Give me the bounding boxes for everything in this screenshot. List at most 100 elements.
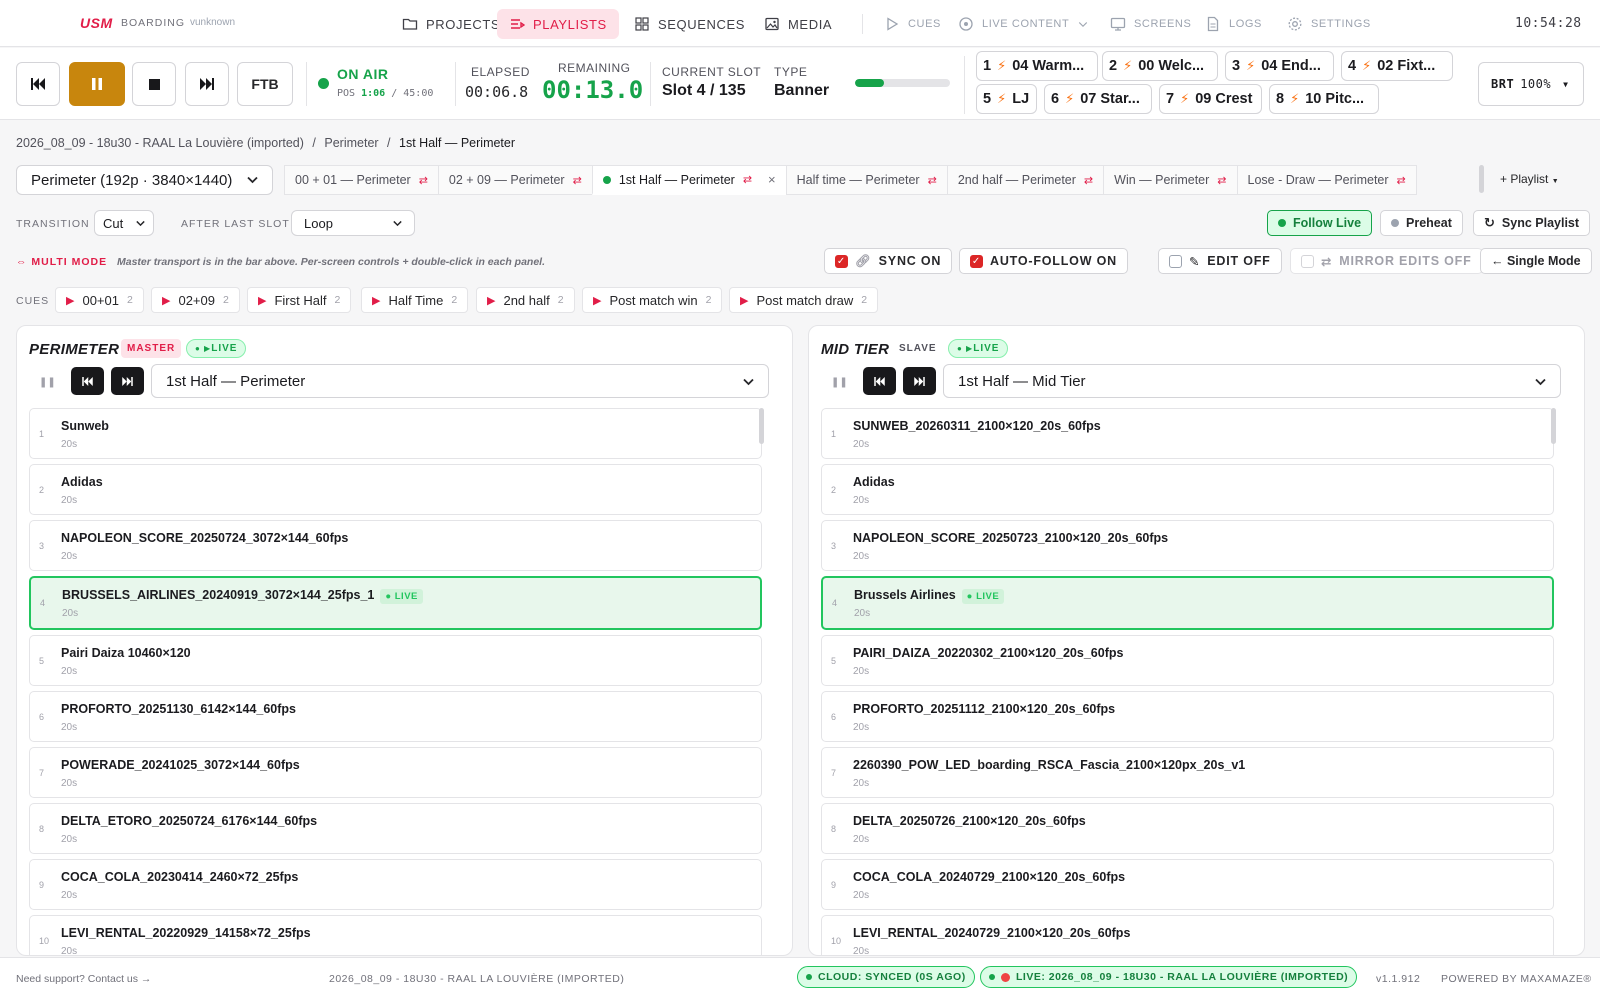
slot-list-scrollbar[interactable] xyxy=(759,408,764,444)
nav-media[interactable]: MEDIA xyxy=(752,9,844,39)
quick-cue-label: 09 Crest xyxy=(1195,91,1253,107)
next-button[interactable] xyxy=(903,367,936,395)
support-link[interactable]: Need support? Contact us → xyxy=(16,973,151,985)
add-playlist-button[interactable]: + Playlist ▼ xyxy=(1500,172,1559,186)
next-button[interactable] xyxy=(185,62,229,106)
slot-row[interactable]: 1 Sunweb 20s xyxy=(29,408,762,459)
cue-button[interactable]: ▶ Half Time 2 xyxy=(361,287,469,313)
slot-list-scrollbar[interactable] xyxy=(1551,408,1556,444)
slot-row[interactable]: 4 Brussels Airlines ● LIVE 20s xyxy=(821,576,1554,630)
after-last-slot-select[interactable]: Loop xyxy=(291,210,415,236)
playlist-tab[interactable]: 00 + 01 — Perimeter ⇄ xyxy=(284,165,438,195)
screen-select[interactable]: Perimeter (192p · 3840×1440) xyxy=(16,165,273,195)
slot-row[interactable]: 3 NAPOLEON_SCORE_20250724_3072×144_60fps 2… xyxy=(29,520,762,571)
panel-playlist-select[interactable]: 1st Half — Mid Tier xyxy=(943,364,1561,398)
pause-icon[interactable]: ❚❚ xyxy=(39,377,56,388)
breadcrumb-project[interactable]: 2026_08_09 - 18u30 - RAAL La Louvière (i… xyxy=(16,136,304,150)
slot-row[interactable]: 6 PROFORTO_20251130_6142×144_60fps 20s xyxy=(29,691,762,742)
auto-follow-toggle[interactable]: ✓ AUTO-FOLLOW ON xyxy=(959,248,1128,274)
quick-cue-button[interactable]: 5 ⚡︎ LJ xyxy=(976,84,1037,114)
sync-toggle[interactable]: ✓ 🔗︎ SYNC ON xyxy=(824,248,953,274)
pause-icon[interactable]: ❚❚ xyxy=(831,377,848,388)
cue-button[interactable]: ▶ Post match win 2 xyxy=(582,287,723,313)
cue-button[interactable]: ▶ 02+09 2 xyxy=(151,287,240,313)
quick-cue-button[interactable]: 6 ⚡︎ 07 Star... xyxy=(1044,84,1152,114)
slot-row[interactable]: 9 COCA_COLA_20230414_2460×72_25fps 20s xyxy=(29,859,762,910)
quick-cue-button[interactable]: 8 ⚡︎ 10 Pitc... xyxy=(1269,84,1379,114)
quick-cue-button[interactable]: 4 ⚡︎ 02 Fixt... xyxy=(1341,51,1453,81)
quick-cue-button[interactable]: 1 ⚡︎ 04 Warm... xyxy=(976,51,1098,81)
next-button[interactable] xyxy=(111,367,144,395)
slot-row[interactable]: 6 PROFORTO_20251112_2100×120_20s_60fps 20s xyxy=(821,691,1554,742)
quick-cue-button[interactable]: 3 ⚡︎ 04 End... xyxy=(1225,51,1334,81)
transition-select[interactable]: Cut xyxy=(94,210,154,236)
edit-checkbox[interactable] xyxy=(1169,254,1182,268)
quick-cue-button[interactable]: 2 ⚡︎ 00 Welc... xyxy=(1102,51,1218,81)
playlist-tab[interactable]: 02 + 09 — Perimeter ⇄ xyxy=(437,165,592,195)
slot-row[interactable]: 1 SUNWEB_20260311_2100×120_20s_60fps 20s xyxy=(821,408,1554,459)
nav-projects[interactable]: PROJECTS xyxy=(390,9,512,39)
single-mode-button[interactable]: ← Single Mode xyxy=(1480,248,1592,274)
slot-row[interactable]: 7 POWERADE_20241025_3072×144_60fps 20s xyxy=(29,747,762,798)
app-logo[interactable]: USM xyxy=(80,15,113,31)
slot-row[interactable]: 2 Adidas 20s xyxy=(821,464,1554,515)
slot-row[interactable]: 5 PAIRI_DAIZA_20220302_2100×120_20s_60fps… xyxy=(821,635,1554,686)
follow-live-button[interactable]: Follow Live xyxy=(1267,210,1373,236)
swap-icon: ⇄ xyxy=(927,174,937,187)
preheat-button[interactable]: Preheat xyxy=(1380,210,1463,236)
auto-follow-checkbox[interactable]: ✓ xyxy=(970,254,983,268)
nav-settings[interactable]: SETTINGS xyxy=(1275,9,1383,39)
cue-button[interactable]: ▶ First Half 2 xyxy=(247,287,352,313)
playlist-tab[interactable]: Lose - Draw — Perimeter ⇄ xyxy=(1236,165,1417,195)
brightness-select[interactable]: BRT 100% ▼ xyxy=(1478,62,1584,106)
tabs-scrollbar[interactable] xyxy=(1479,165,1484,193)
close-icon[interactable]: × xyxy=(768,172,776,187)
edit-toggle[interactable]: ✎ EDIT OFF xyxy=(1158,248,1282,274)
nav-media-label: MEDIA xyxy=(788,16,833,32)
sync-playlist-label: Sync Playlist xyxy=(1501,216,1580,230)
previous-button[interactable] xyxy=(71,367,104,395)
slot-row[interactable]: 8 DELTA_20250726_2100×120_20s_60fps 20s xyxy=(821,803,1554,854)
powered-by: POWERED BY MAXAMAZE® xyxy=(1441,973,1592,985)
quick-cue-button[interactable]: 7 ⚡︎ 09 Crest xyxy=(1159,84,1262,114)
nav-playlists[interactable]: PLAYLISTS xyxy=(497,9,619,39)
nav-logs[interactable]: LOGS xyxy=(1193,9,1274,39)
cue-button[interactable]: ▶ 00+01 2 xyxy=(55,287,144,313)
slot-row[interactable]: 9 COCA_COLA_20240729_2100×120_20s_60fps 20… xyxy=(821,859,1554,910)
slot-row[interactable]: 10 LEVI_RENTAL_20220929_14158×72_25fps 20s xyxy=(29,915,762,955)
slot-row[interactable]: 4 BRUSSELS_AIRLINES_20240919_3072×144_25f… xyxy=(29,576,762,630)
cue-button[interactable]: ▶ 2nd half 2 xyxy=(476,287,575,313)
nav-cues[interactable]: CUES xyxy=(872,9,953,39)
nav-screens[interactable]: SCREENS xyxy=(1098,9,1203,39)
skip-forward-icon xyxy=(914,376,925,386)
previous-button[interactable] xyxy=(16,62,60,106)
live-badge: ● ▶ LIVE xyxy=(948,339,1009,358)
ftb-button[interactable]: FTB xyxy=(237,62,293,106)
slot-row[interactable]: 3 NAPOLEON_SCORE_20250723_2100×120_20s_60… xyxy=(821,520,1554,571)
playlist-tab[interactable]: Half time — Perimeter ⇄ xyxy=(785,165,947,195)
mirror-edits-toggle[interactable]: ⇄ MIRROR EDITS OFF xyxy=(1290,248,1483,274)
slot-row[interactable]: 5 Pairi Daiza 10460×120 20s xyxy=(29,635,762,686)
slot-row[interactable]: 7 2260390_POW_LED_boarding_RSCA_Fascia_21… xyxy=(821,747,1554,798)
bolt-icon: ⚡︎ xyxy=(997,91,1007,106)
sync-checkbox[interactable]: ✓ xyxy=(835,254,848,268)
slot-row[interactable]: 8 DELTA_ETORO_20250724_6176×144_60fps 20s xyxy=(29,803,762,854)
playlist-tab[interactable]: 1st Half — Perimeter ⇄ × xyxy=(591,165,786,195)
playlist-tab[interactable]: Win — Perimeter ⇄ xyxy=(1103,165,1237,195)
slot-row[interactable]: 2 Adidas 20s xyxy=(29,464,762,515)
playlist-tab[interactable]: 2nd half — Perimeter ⇄ xyxy=(946,165,1104,195)
pause-button[interactable] xyxy=(69,62,125,106)
mirror-edits-checkbox[interactable] xyxy=(1301,254,1314,268)
cue-label: Post match draw xyxy=(756,292,854,308)
cue-button[interactable]: ▶ Post match draw 2 xyxy=(729,287,879,313)
sync-playlist-button[interactable]: ↻ Sync Playlist xyxy=(1473,210,1591,236)
nav-live-content[interactable]: LIVE CONTENT xyxy=(946,9,1101,39)
panel-playlist-select[interactable]: 1st Half — Perimeter xyxy=(151,364,769,398)
previous-button[interactable] xyxy=(863,367,896,395)
role-badge: SLAVE xyxy=(899,343,937,354)
breadcrumb-screen[interactable]: Perimeter xyxy=(324,136,378,150)
slot-row[interactable]: 10 LEVI_RENTAL_20240729_2100×120_20s_60fp… xyxy=(821,915,1554,955)
stop-button[interactable] xyxy=(132,62,176,106)
nav-sequences[interactable]: SEQUENCES xyxy=(622,9,757,39)
sync-label: SYNC ON xyxy=(878,254,942,268)
